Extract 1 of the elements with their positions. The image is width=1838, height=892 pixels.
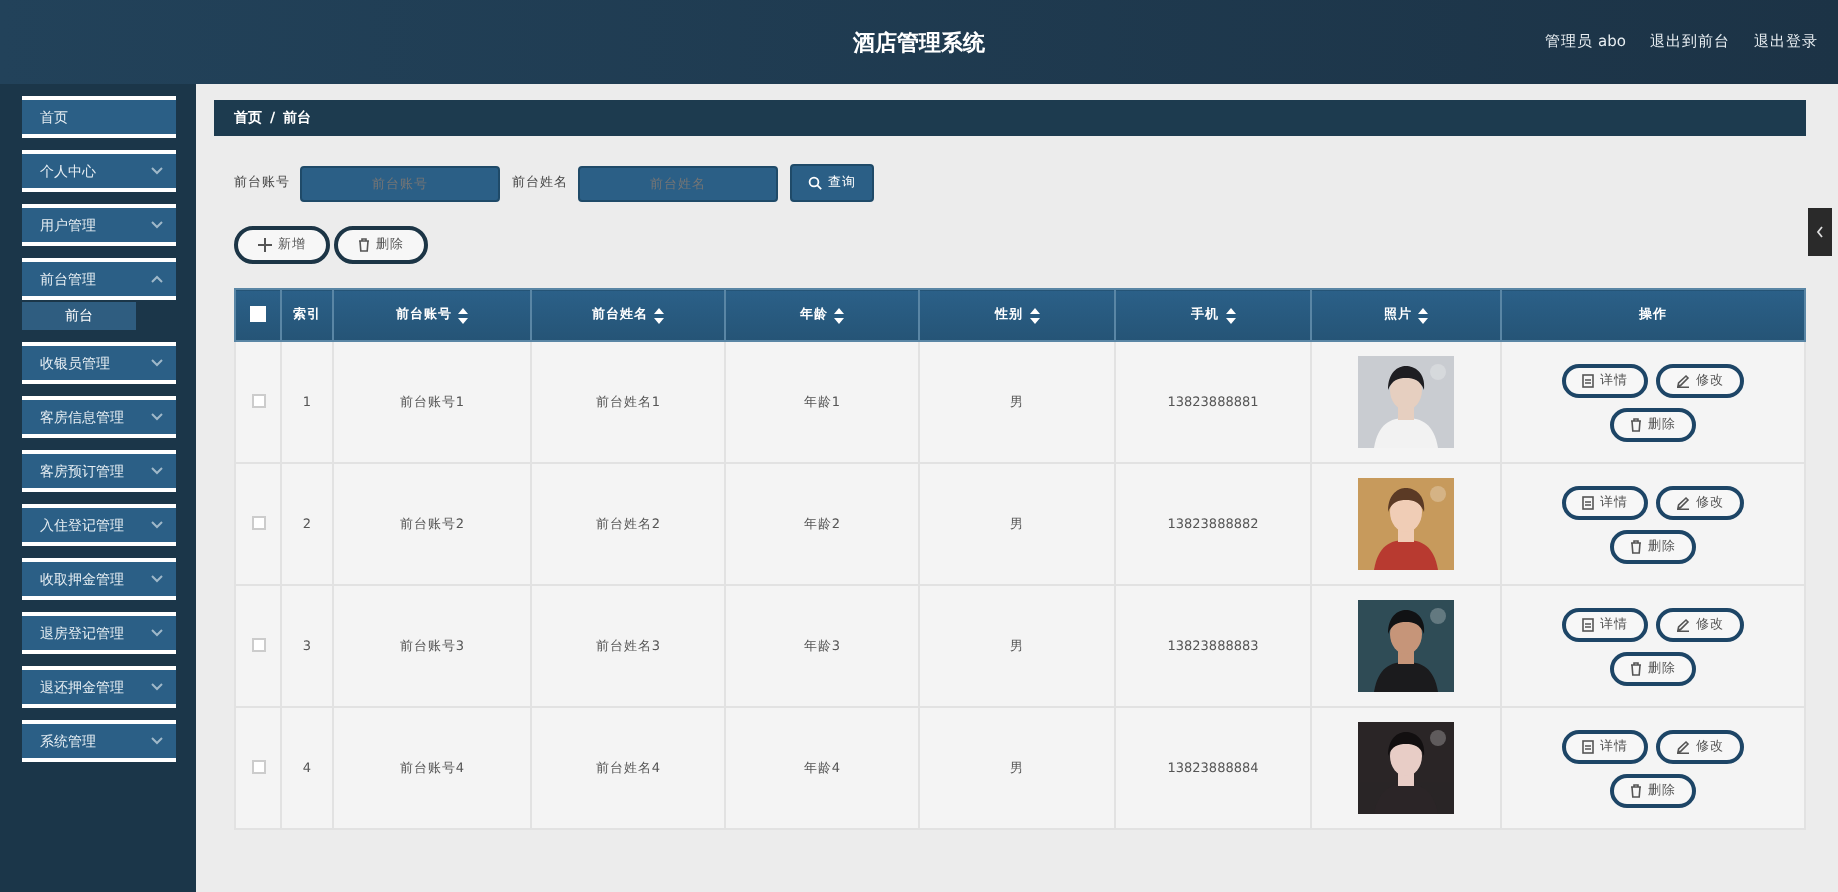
app-title: 酒店管理系统 [853,27,985,57]
